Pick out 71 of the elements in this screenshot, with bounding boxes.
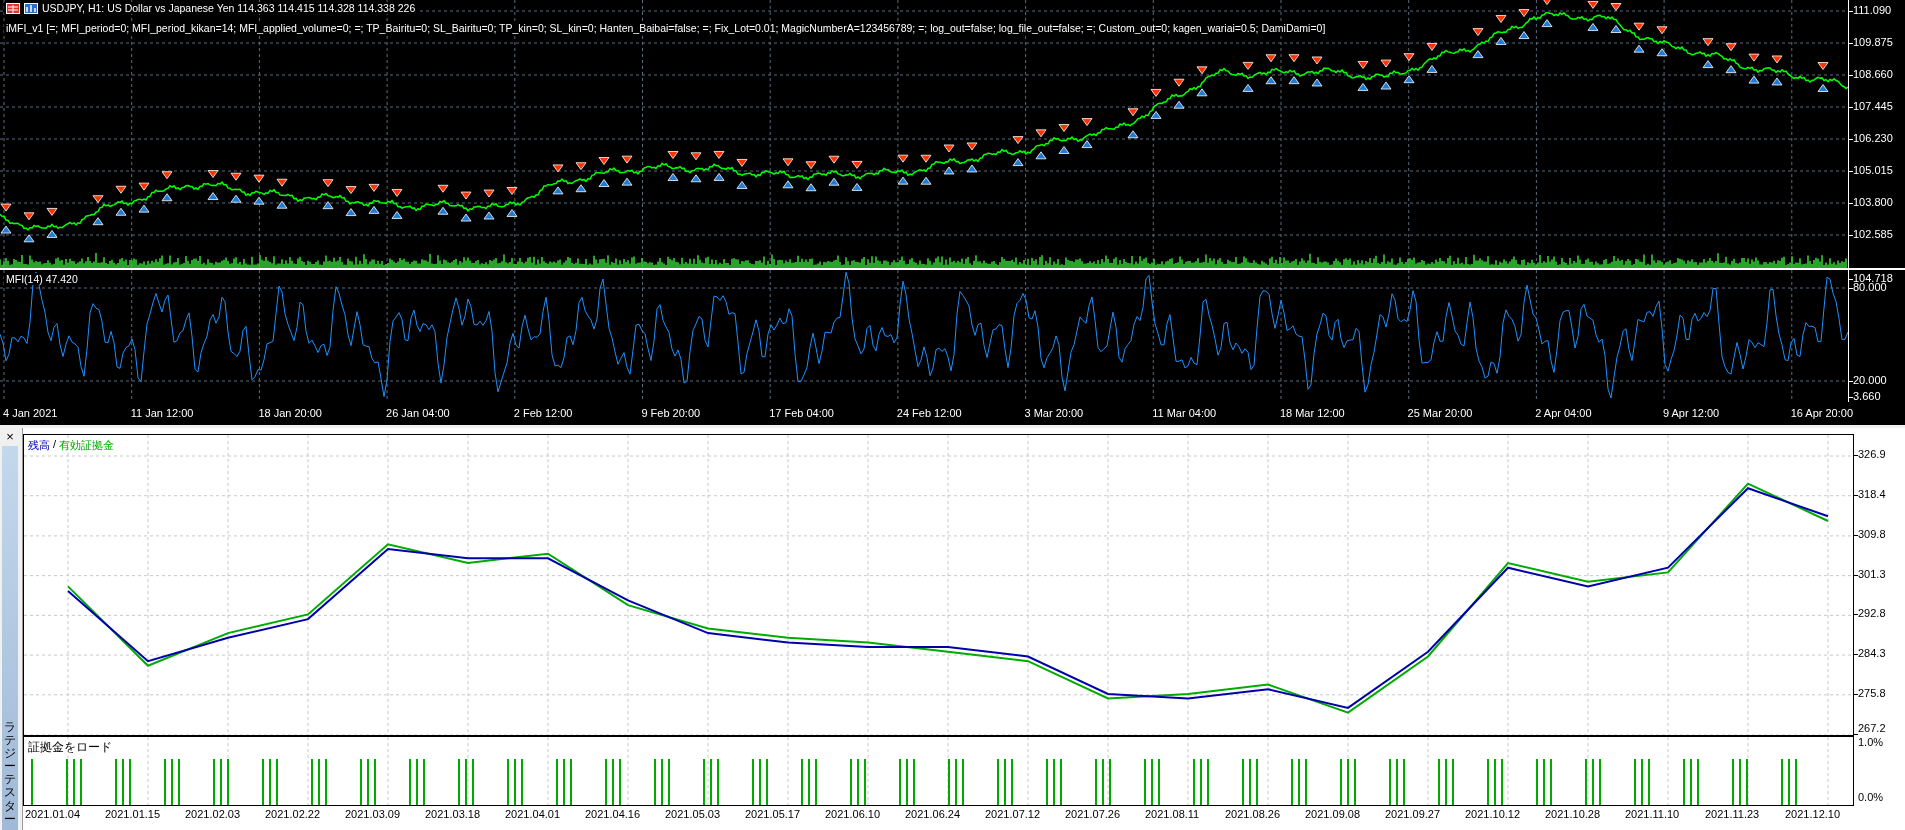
time-axis-label: 11 Jan 12:00 <box>130 406 195 419</box>
legend-separator: / <box>53 438 57 452</box>
date-axis-label: 2021.06.10 <box>825 808 882 820</box>
date-axis-label: 2021.01.15 <box>105 808 162 820</box>
time-axis-label: 2 Apr 04:00 <box>1535 406 1593 419</box>
date-axis-label: 2021.01.04 <box>25 808 82 820</box>
date-axis-label: 2021.04.01 <box>505 808 562 820</box>
balance-axis-label: 292.8 <box>1858 607 1886 620</box>
date-axis-label: 2021.09.27 <box>1385 808 1442 820</box>
indicator-axis-label: 104.718 <box>1853 272 1893 284</box>
date-axis-label: 2021.03.09 <box>345 808 402 820</box>
date-axis-label: 2021.11.23 <box>1705 808 1761 820</box>
balance-axis-label: 318.4 <box>1858 487 1886 500</box>
date-axis-label: 2021.04.16 <box>585 808 642 820</box>
margin-axis-label: 1.0% <box>1858 736 1884 748</box>
price-axis-label: 105.015 <box>1853 164 1893 176</box>
balance-axis-label: 326.9 <box>1858 448 1886 460</box>
date-axis-label: 2021.07.26 <box>1065 808 1122 820</box>
balance-axis-label: 284.3 <box>1858 647 1886 660</box>
time-axis-label: 9 Apr 12:00 <box>1662 406 1721 419</box>
date-axis-label: 2021.02.22 <box>265 808 322 820</box>
time-axis-label: 18 Mar 12:00 <box>1279 406 1346 419</box>
time-axis-label: 9 Feb 20:00 <box>641 406 702 419</box>
indicator-axis-label: 20.000 <box>1853 374 1887 386</box>
time-axis-label: 25 Mar 20:00 <box>1407 406 1474 419</box>
time-axis-label: 2 Feb 12:00 <box>513 406 574 419</box>
chart-icon[interactable] <box>24 2 38 14</box>
date-axis-label: 2021.11.10 <box>1625 808 1681 820</box>
side-tab[interactable]: ラテジーテスター <box>2 446 18 830</box>
table-icon[interactable] <box>6 2 20 14</box>
price-axis-label: 111.090 <box>1853 4 1892 16</box>
price-axis-label: 108.660 <box>1853 68 1893 80</box>
indicator-title: MFI(14) 47.420 <box>6 273 78 285</box>
balance-axis-label: 267.2 <box>1858 722 1886 734</box>
date-axis-label: 2021.02.03 <box>185 808 242 820</box>
indicator-axis-label: 3.660 <box>1853 390 1881 402</box>
time-axis-label: 4 Jan 2021 <box>3 406 59 419</box>
indicator-axis-label: 80.000 <box>1853 281 1887 293</box>
time-axis-label: 3 Mar 20:00 <box>1024 406 1085 419</box>
date-axis-label: 2021.05.03 <box>665 808 722 820</box>
time-axis-label: 11 Mar 04:00 <box>1152 406 1218 419</box>
date-axis-label: 2021.03.18 <box>425 808 482 820</box>
date-axis-label: 2021.06.24 <box>905 808 962 820</box>
date-axis-label: 2021.05.17 <box>745 808 802 820</box>
price-axis-label: 103.800 <box>1853 196 1893 208</box>
date-axis-label: 2021.08.11 <box>1145 808 1201 820</box>
price-axis-label: 106.230 <box>1853 132 1893 144</box>
balance-axis-label: 309.8 <box>1858 527 1886 540</box>
margin-axis-label: 0.0% <box>1858 791 1884 803</box>
date-axis-label: 2021.10.28 <box>1545 808 1602 820</box>
panel-title: 証拠金をロード <box>28 739 112 756</box>
time-axis-label: 26 Jan 04:00 <box>386 406 451 419</box>
balance-axis-label: 275.8 <box>1858 686 1886 699</box>
time-axis-label: 16 Apr 20:00 <box>1790 406 1854 419</box>
time-axis-label: 17 Feb 04:00 <box>769 406 835 419</box>
legend-label: 有効証拠金 <box>59 438 115 453</box>
date-axis-label: 2021.12.10 <box>1785 808 1842 820</box>
price-axis-label: 109.875 <box>1853 36 1893 48</box>
date-axis-label: 2021.07.12 <box>985 808 1042 820</box>
time-axis-label: 18 Jan 20:00 <box>258 406 323 419</box>
legend-label: 残高 <box>28 438 50 453</box>
date-axis-label: 2021.10.12 <box>1465 808 1522 820</box>
date-axis-label: 2021.09.08 <box>1305 808 1362 820</box>
time-axis-label: 24 Feb 12:00 <box>896 406 963 419</box>
close-button[interactable]: × <box>0 428 20 446</box>
price-axis-label: 102.585 <box>1853 228 1893 240</box>
indicator-parameters: iMFI_v1 [=; MFI_period=0; MFI_period_kikan=14; MFI_applied_volume=0; =; TP_Bairitu=0; SL_Bairitu=0; TP_kin=0; SL_kin=0; Hanten_Baibai=false; =; Fix_Lot=0.01; MagicNumberA=123456789; =; log_out=false; log_file_out=false; =; Custom_out=0; kagen_wariai=0.5; DamiDami=0] <box>6 22 1326 34</box>
date-axis-label: 2021.08.26 <box>1225 808 1282 820</box>
chart-title: USDJPY, H1: US Dollar vs Japanese Yen 114.363 114.415 114.328 114.338 226 <box>42 2 416 14</box>
balance-axis-label: 301.3 <box>1858 567 1886 580</box>
price-axis-label: 107.445 <box>1853 100 1893 112</box>
